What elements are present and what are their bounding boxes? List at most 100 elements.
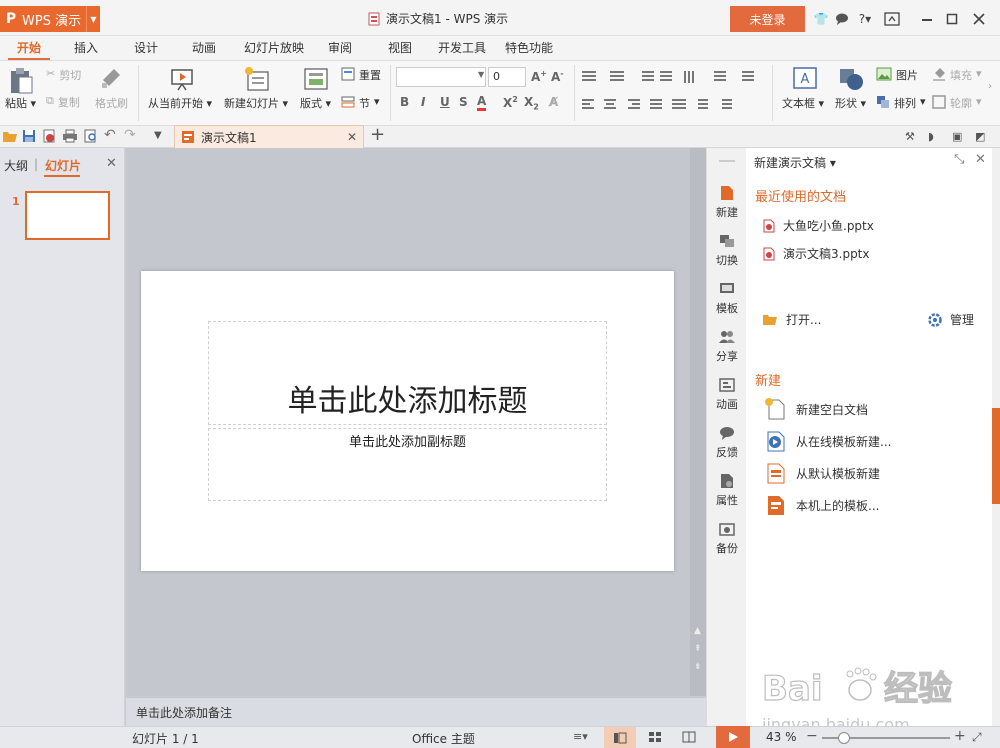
tab-animation[interactable]: 动画 [184,36,224,60]
tab-outline[interactable]: 大纲 [4,157,28,174]
play-from-current-button[interactable]: 从当前开始 ▾ [148,95,212,111]
restore-ribbon-icon[interactable] [883,10,901,28]
export-pdf-icon[interactable] [42,129,56,143]
cut-button[interactable]: ✂ 剪切 [46,67,81,83]
task-pane-title-dropdown[interactable]: 新建演示文稿 ▾ [754,154,836,171]
fit-window-icon[interactable]: ⤢ [972,730,982,745]
title-placeholder[interactable]: 单击此处添加标题 [208,321,607,425]
close-panel-icon[interactable]: ✕ [106,156,117,171]
font-size-combo[interactable]: 0 [488,67,526,87]
new-slide-button[interactable]: 新建幻灯片 ▾ [224,95,288,111]
tab-view[interactable]: 视图 [380,36,420,60]
bold-icon[interactable]: B [400,95,409,109]
recent-item[interactable]: 大鱼吃小鱼.pptx [763,217,874,234]
manage-button[interactable]: 管理 [928,311,974,328]
ribbon-scroll-right-icon[interactable]: › [988,81,992,92]
subtitle-placeholder[interactable]: 单击此处添加副标题 [208,428,607,501]
nav-switch[interactable]: 切换 [707,232,747,268]
minimize-icon[interactable] [918,10,936,28]
maximize-icon[interactable] [943,10,961,28]
notes-view-icon[interactable]: ≡▾ [573,730,588,743]
canvas-scrollbar[interactable]: ▲ ⇞ ⇟ [690,148,706,696]
chat-icon[interactable] [833,10,851,28]
zoom-level[interactable]: 43 % [766,730,797,744]
picture-button[interactable]: 图片 [876,67,918,83]
expand-icon[interactable]: ◩ [975,130,985,143]
subscript-icon[interactable]: X2 [524,95,539,111]
zoom-in-icon[interactable]: + [954,728,966,744]
zoom-slider-thumb[interactable] [838,732,850,744]
reading-view-icon[interactable] [682,731,696,743]
redo-icon[interactable]: ↷ [124,127,136,143]
new-blank-document-item[interactable]: 新建空白文档 [764,397,868,421]
section-button[interactable]: 节 ▾ [341,95,380,111]
recent-item[interactable]: 演示文稿3.pptx [763,245,870,262]
play-from-current-icon[interactable] [170,67,194,91]
layout-icon[interactable] [304,68,328,90]
slide-sorter-icon[interactable] [648,731,662,743]
nav-feedback[interactable]: 反馈 [707,424,747,460]
print-preview-icon[interactable] [84,129,98,143]
login-button[interactable]: 未登录 [730,6,805,32]
open-button[interactable]: 打开... [762,311,821,328]
wps-app-menu-button[interactable]: P WPS 演示 ▼ [0,6,100,32]
close-pane-icon[interactable]: ✕ [975,152,986,167]
underline-icon[interactable]: U [440,95,450,109]
tab-design[interactable]: 设计 [126,36,166,60]
close-tab-icon[interactable]: ✕ [347,130,357,144]
tools-icon[interactable]: ⚒ [905,130,915,143]
layout-button[interactable]: 版式 ▾ [300,95,331,111]
prev-slide-icon[interactable]: ⇞ [694,644,702,654]
nav-share[interactable]: 分享 [707,328,747,364]
nav-new[interactable]: 新建 [707,184,747,220]
font-name-combo[interactable] [396,67,486,87]
new-slide-icon[interactable] [244,66,270,92]
paste-button[interactable]: 粘贴 ▾ [5,95,36,111]
font-color-icon[interactable]: A [477,94,487,111]
skin-icon[interactable]: 👕 [812,10,830,28]
scroll-up-icon[interactable]: ▲ [694,626,701,636]
shape-icon[interactable] [839,67,865,91]
format-painter-label[interactable]: 格式刷 [95,95,128,111]
shape-button[interactable]: 形状 ▾ [835,95,866,111]
tab-review[interactable]: 审阅 [320,36,360,60]
paste-icon[interactable] [8,67,34,95]
close-icon[interactable] [970,10,988,28]
clear-format-icon[interactable]: A̸ [549,95,558,109]
zoom-out-icon[interactable]: − [806,728,818,744]
help-icon[interactable]: ?▾ [854,10,876,28]
tab-slideshow[interactable]: 幻灯片放映 [238,36,310,60]
grow-font-icon[interactable]: A+ [531,69,547,84]
slide-thumbnail[interactable] [25,191,110,240]
format-painter-icon[interactable] [100,67,122,89]
task-pane-collapse-handle[interactable] [992,408,1000,504]
drag-handle[interactable] [719,160,735,162]
print-icon[interactable] [62,129,78,143]
next-slide-icon[interactable]: ⇟ [694,662,702,672]
arrange-button[interactable]: 排列 ▾ [876,95,926,111]
undo-icon[interactable]: ↶ [104,127,116,143]
share-doc-icon[interactable]: ◗ [928,130,934,143]
copy-button[interactable]: ⧉ 复制 [46,94,80,110]
nav-animation[interactable]: 动画 [707,376,747,412]
tab-insert[interactable]: 插入 [66,36,106,60]
normal-view-icon[interactable] [604,727,636,748]
new-from-default-template-item[interactable]: 从默认模板新建 [764,461,880,485]
new-from-online-template-item[interactable]: 从在线模板新建... [764,429,891,453]
nav-properties[interactable]: 属性 [707,472,747,508]
collapse-pane-icon[interactable]: ⤡ [954,152,964,167]
comment-icon[interactable]: ▣ [952,130,962,143]
save-icon[interactable] [22,129,36,143]
textbox-icon[interactable]: A [793,66,817,90]
tab-home[interactable]: 开始 [8,36,50,60]
theme-name[interactable]: Office 主题 [412,730,475,747]
notes-pane[interactable]: 单击此处添加备注 [126,697,706,726]
superscript-icon[interactable]: X2 [503,95,518,110]
reset-button[interactable]: 重置 [341,67,381,83]
new-tab-plus-icon[interactable]: + [370,124,385,145]
tab-developer[interactable]: 开发工具 [433,36,491,60]
italic-icon[interactable]: I [421,95,425,109]
local-templates-item[interactable]: 本机上的模板... [764,493,879,517]
customize-toolbar-icon[interactable]: ▼ [154,130,162,141]
textbox-button[interactable]: 文本框 ▾ [782,95,824,111]
